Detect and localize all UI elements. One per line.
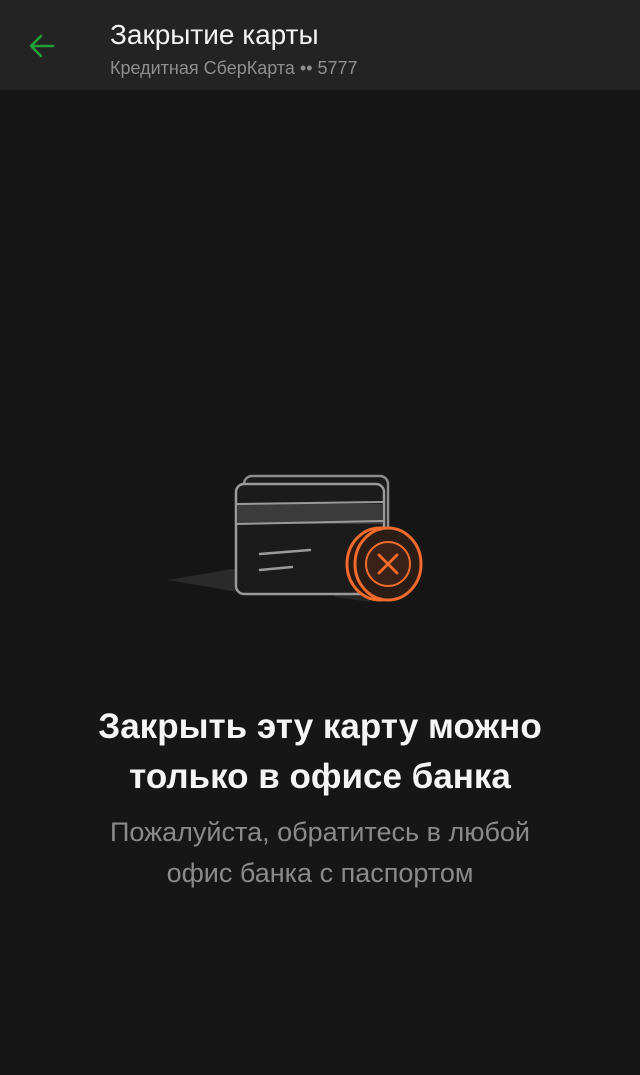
app-bar: Закрытие карты Кредитная СберКарта •• 57… [0,0,640,90]
app-bar-titles: Закрытие карты Кредитная СберКарта •• 57… [110,18,358,80]
page-title: Закрытие карты [110,19,319,50]
description-line-2: офис банка с паспортом [166,858,474,888]
back-button[interactable] [22,26,62,66]
card-closed-illustration [168,474,423,602]
closing-description: Пожалуйста, обратитесь в любой офис банк… [0,812,640,894]
heading-line-2: только в офисе банка [129,757,511,796]
card-shadow [168,568,238,592]
close-icon [345,526,423,602]
arrow-left-icon [29,34,55,58]
closing-heading: Закрыть эту карту можно только в офисе б… [0,702,640,802]
screen: Закрытие карты Кредитная СберКарта •• 57… [0,0,640,1075]
description-line-1: Пожалуйста, обратитесь в любой [109,817,531,847]
heading-line-1: Закрыть эту карту можно [98,707,542,746]
card-subtitle: Кредитная СберКарта •• 5777 [110,58,358,78]
